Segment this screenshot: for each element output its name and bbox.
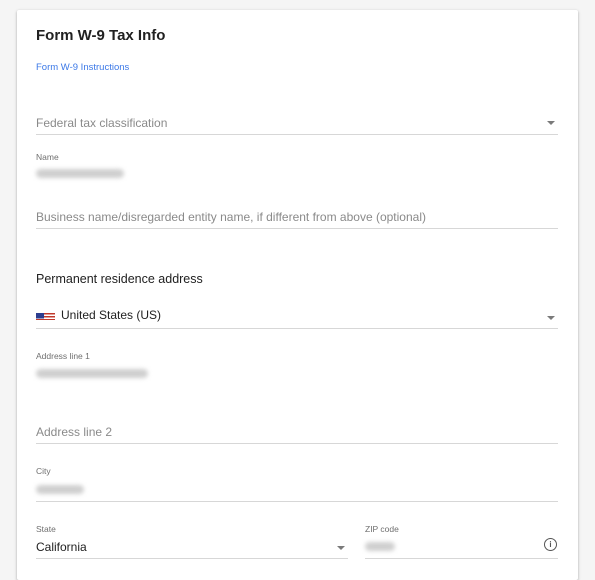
- zip-code-label: ZIP code: [365, 524, 399, 534]
- field-underline: [36, 328, 558, 329]
- address-line-1-label: Address line 1: [36, 351, 90, 361]
- permanent-residence-address-heading: Permanent residence address: [36, 272, 203, 286]
- zip-code-field[interactable]: ZIP code i: [365, 524, 558, 560]
- federal-tax-classification-placeholder: Federal tax classification: [36, 116, 168, 130]
- field-underline: [36, 558, 348, 559]
- field-underline: [36, 443, 558, 444]
- business-name-input[interactable]: Business name/disregarded entity name, i…: [36, 206, 558, 232]
- address-line-2-input[interactable]: Address line 2: [36, 422, 558, 446]
- w9-form-card: Form W-9 Tax Info Form W-9 Instructions …: [17, 10, 578, 580]
- business-name-placeholder: Business name/disregarded entity name, i…: [36, 210, 426, 224]
- field-underline: [36, 134, 558, 135]
- city-value-redacted: [36, 485, 84, 494]
- federal-tax-classification-select[interactable]: Federal tax classification: [36, 110, 558, 136]
- state-select[interactable]: State California: [36, 524, 348, 560]
- field-underline: [36, 501, 558, 502]
- field-underline: [365, 558, 558, 559]
- name-field[interactable]: Name: [36, 152, 558, 188]
- country-select[interactable]: United States (US): [36, 302, 558, 330]
- address-line-1-value-redacted: [36, 369, 148, 378]
- city-field[interactable]: City: [36, 466, 558, 502]
- state-value: California: [36, 540, 87, 554]
- city-label: City: [36, 466, 51, 476]
- zip-code-value-redacted: [365, 542, 395, 551]
- form-title: Form W-9 Tax Info: [36, 27, 166, 44]
- country-value: United States (US): [61, 308, 162, 322]
- us-flag-icon: [36, 310, 55, 320]
- info-icon[interactable]: i: [544, 538, 557, 551]
- name-label: Name: [36, 152, 59, 162]
- state-label: State: [36, 524, 56, 534]
- w9-instructions-link[interactable]: Form W-9 Instructions: [36, 62, 129, 73]
- chevron-down-icon: [547, 121, 555, 125]
- address-line-2-placeholder: Address line 2: [36, 425, 113, 439]
- chevron-down-icon: [547, 316, 555, 320]
- field-underline: [36, 228, 558, 229]
- name-value-redacted: [36, 169, 124, 178]
- address-line-1-field[interactable]: Address line 1: [36, 351, 558, 387]
- chevron-down-icon: [337, 546, 345, 550]
